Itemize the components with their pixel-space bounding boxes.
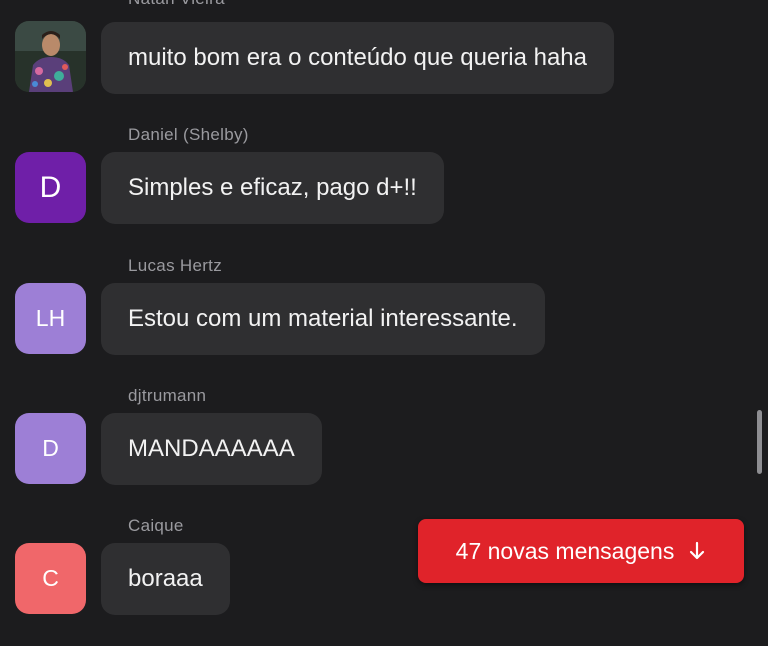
message-bubble[interactable]: Estou com um material interessante. xyxy=(101,283,545,355)
avatar[interactable]: LH xyxy=(15,283,86,354)
new-messages-label: 47 novas mensagens xyxy=(455,537,675,564)
avatar[interactable]: D xyxy=(15,152,86,223)
avatar-initials: D xyxy=(39,170,62,204)
profile-photo-icon xyxy=(15,21,86,92)
scrollbar[interactable] xyxy=(757,410,762,474)
sender-name: djtrumann xyxy=(128,386,207,405)
avatar-initials: LH xyxy=(35,305,66,331)
sender-name: Lucas Hertz xyxy=(128,256,223,275)
message-bubble[interactable]: boraaa xyxy=(101,543,230,615)
message-bubble[interactable]: muito bom era o conteúdo que queria haha xyxy=(101,22,614,94)
sender-name: Natan Vieira xyxy=(128,0,225,9)
message-bubble[interactable]: MANDAAAAAA xyxy=(101,413,322,485)
chat-feed: Natan Vieira muito bom era o conteúdo qu… xyxy=(0,0,768,646)
avatar-initials: D xyxy=(42,435,59,461)
avatar-initials: C xyxy=(42,565,59,591)
sender-name: Caique xyxy=(128,516,184,535)
message-bubble[interactable]: Simples e eficaz, pago d+!! xyxy=(101,152,444,224)
new-messages-button[interactable]: 47 novas mensagens xyxy=(418,519,744,583)
arrow-down-icon xyxy=(688,541,706,561)
sender-name: Daniel (Shelby) xyxy=(128,125,249,144)
avatar-photo[interactable] xyxy=(15,21,86,92)
avatar[interactable]: C xyxy=(15,543,86,614)
avatar[interactable]: D xyxy=(15,413,86,484)
